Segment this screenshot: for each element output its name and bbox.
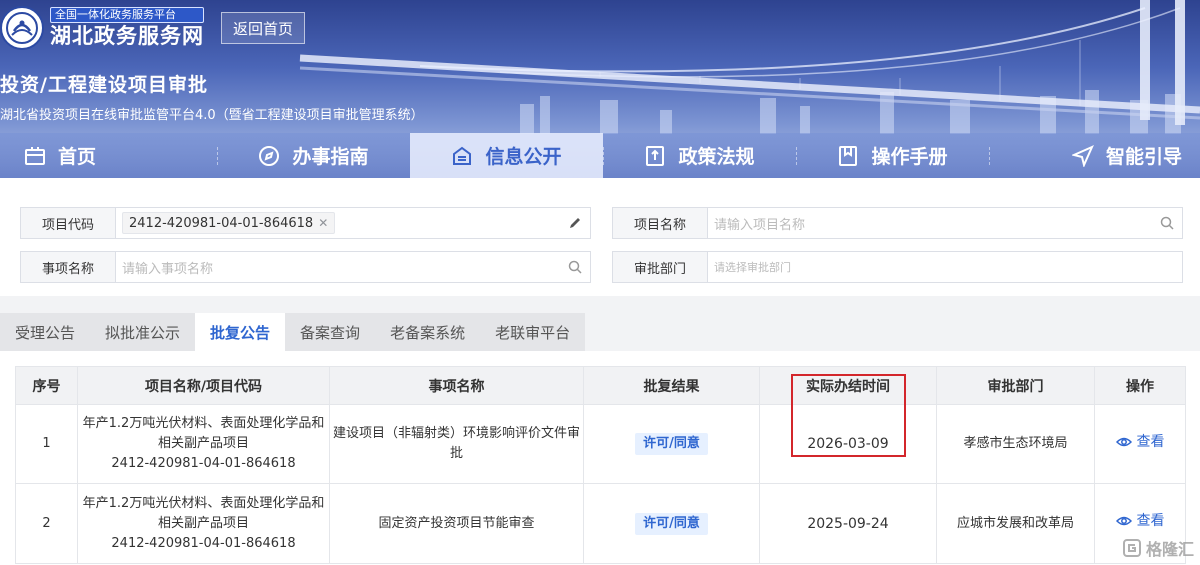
notice-tabs: 受理公告 拟批准公示 批复公告 备案查询 老备案系统 老联审平台 [0,313,586,351]
nav-label: 信息公开 [485,146,562,168]
nav-item-info-public[interactable]: 信息公开 [410,133,603,178]
column-header: 批复结果 [583,366,760,405]
compass-icon [258,145,280,167]
column-header: 项目名称/项目代码 [77,366,330,405]
tab-filing-query[interactable]: 备案查询 [285,313,375,351]
project-name-label: 项目名称 [613,208,708,238]
logo-subtitle: 全国一体化政务服务平台 [50,7,204,23]
navigation-icon [1071,144,1094,167]
item-name-placeholder: 请输入事项名称 [122,261,214,277]
header-banner: 全国一体化政务服务平台 湖北政务服务网 返回首页 投资/工程建设项目审批 湖北省… [0,0,1200,178]
status-badge: 许可/同意 [635,433,708,455]
finish-date: 2025-09-24 [759,483,937,564]
page-title: 投资/工程建设项目审批 [0,74,208,96]
row-index: 1 [15,404,78,484]
emblem-icon [0,6,44,50]
watermark-logo-icon [1122,539,1141,557]
site-logo[interactable]: 全国一体化政务服务平台 湖北政务服务网 [0,6,204,50]
nav-label: 办事指南 [292,146,369,168]
column-header: 序号 [15,366,78,405]
search-icon[interactable] [568,260,582,274]
tab-proposed-approval[interactable]: 拟批准公示 [90,313,195,351]
tab-acceptance-notice[interactable]: 受理公告 [0,313,90,351]
project-code-tag-text: 2412-420981-04-01-864618 [129,215,314,231]
nav-item-smart-guide[interactable]: 智能引导 [989,133,1200,178]
action-cell: 查看 [1094,404,1186,484]
department: 应城市发展和改革局 [936,483,1095,564]
view-link[interactable]: 查看 [1115,511,1165,531]
project-code-input[interactable]: 2412-420981-04-01-864618 ✕ [116,208,590,238]
watermark-text: 格隆汇 [1145,540,1194,559]
approval-table: 序号 项目名称/项目代码 事项名称 批复结果 实际办结时间 审批部门 操作 1 … [15,366,1186,564]
nav-item-manual[interactable]: 操作手册 [796,133,989,178]
main-nav: 首页 办事指南 信息公开 政策法规 操作手册 智能引导 [0,133,1200,178]
project-cell: 年产1.2万吨光伏材料、表面处理化学品和 相关副产品项目 2412-420981… [77,483,330,564]
nav-label: 政策法规 [678,146,755,168]
watermark: 格隆汇 [1122,536,1194,560]
highlight-box [791,374,906,457]
table-row: 1 年产1.2万吨光伏材料、表面处理化学品和 相关副产品项目 2412-4209… [15,404,1186,484]
project-code: 2412-420981-04-01-864618 [111,535,296,551]
eye-icon [1115,516,1132,526]
project-code-label: 项目代码 [21,208,116,238]
search-icon[interactable] [1160,216,1174,230]
home-icon [24,145,46,167]
department-field: 审批部门 请选择审批部门 [612,251,1183,283]
nav-item-home[interactable]: 首页 [0,133,217,178]
project-name-placeholder: 请输入项目名称 [714,217,806,233]
department: 孝感市生态环境局 [936,404,1095,484]
item-name: 固定资产投资项目节能审查 [329,483,584,564]
project-cell: 年产1.2万吨光伏材料、表面处理化学品和 相关副产品项目 2412-420981… [77,404,330,484]
logo-title: 湖北政务服务网 [50,24,204,48]
tab-old-joint-review[interactable]: 老联审平台 [480,313,585,351]
nav-item-guide[interactable]: 办事指南 [217,133,410,178]
item-name: 建设项目（非辐射类）环境影响评价文件审批 [329,404,584,484]
item-name-label: 事项名称 [21,252,116,282]
view-link[interactable]: 查看 [1115,432,1165,452]
project-name-input[interactable]: 请输入项目名称 [708,208,1182,238]
eye-icon [1115,437,1132,446]
page-subtitle: 湖北省投资项目在线审批监管平台4.0（暨省工程建设项目审批管理系统） [0,108,424,123]
column-header: 事项名称 [329,366,584,405]
project-name-field: 项目名称 请输入项目名称 [612,207,1183,239]
nav-label: 操作手册 [871,146,948,168]
project-name-line: 相关副产品项目 [157,436,249,451]
project-name-line: 相关副产品项目 [157,515,249,531]
department-select[interactable]: 请选择审批部门 [708,252,1182,282]
project-name-line: 年产1.2万吨光伏材料、表面处理化学品和 [82,416,325,431]
item-name-input[interactable]: 请输入事项名称 [116,252,590,282]
table-header-row: 序号 项目名称/项目代码 事项名称 批复结果 实际办结时间 审批部门 操作 [15,366,1186,405]
nav-label: 首页 [58,146,97,168]
project-code-field: 项目代码 2412-420981-04-01-864618 ✕ [20,207,591,239]
result-cell: 许可/同意 [583,404,760,484]
column-header: 操作 [1094,366,1186,405]
view-label: 查看 [1136,433,1165,450]
view-label: 查看 [1136,513,1165,529]
tag-close-icon[interactable]: ✕ [318,216,328,230]
back-home-button[interactable]: 返回首页 [221,12,305,44]
project-code-tag: 2412-420981-04-01-864618 ✕ [122,212,336,234]
edit-pencil-icon[interactable] [568,216,582,230]
nav-label: 智能引导 [1105,146,1182,168]
row-index: 2 [15,483,78,564]
results-panel: 序号 项目名称/项目代码 事项名称 批复结果 实际办结时间 审批部门 操作 1 … [0,351,1200,565]
department-placeholder: 请选择审批部门 [714,261,791,274]
nav-item-policy[interactable]: 政策法规 [603,133,796,178]
column-header: 审批部门 [936,366,1095,405]
policy-icon [644,145,666,167]
search-form: 项目代码 2412-420981-04-01-864618 ✕ 项目名称 请输入… [0,178,1200,296]
project-code: 2412-420981-04-01-864618 [111,456,296,471]
table-row: 2 年产1.2万吨光伏材料、表面处理化学品和 相关副产品项目 2412-4209… [15,483,1186,564]
tab-old-filing-system[interactable]: 老备案系统 [375,313,480,351]
result-cell: 许可/同意 [583,483,760,564]
department-label: 审批部门 [613,252,708,282]
status-badge: 许可/同意 [635,512,708,535]
notice-icon [451,145,473,167]
project-name-line: 年产1.2万吨光伏材料、表面处理化学品和 [82,495,325,511]
item-name-field: 事项名称 请输入事项名称 [20,251,591,283]
book-icon [837,145,859,167]
tab-approval-notice[interactable]: 批复公告 [195,313,286,351]
